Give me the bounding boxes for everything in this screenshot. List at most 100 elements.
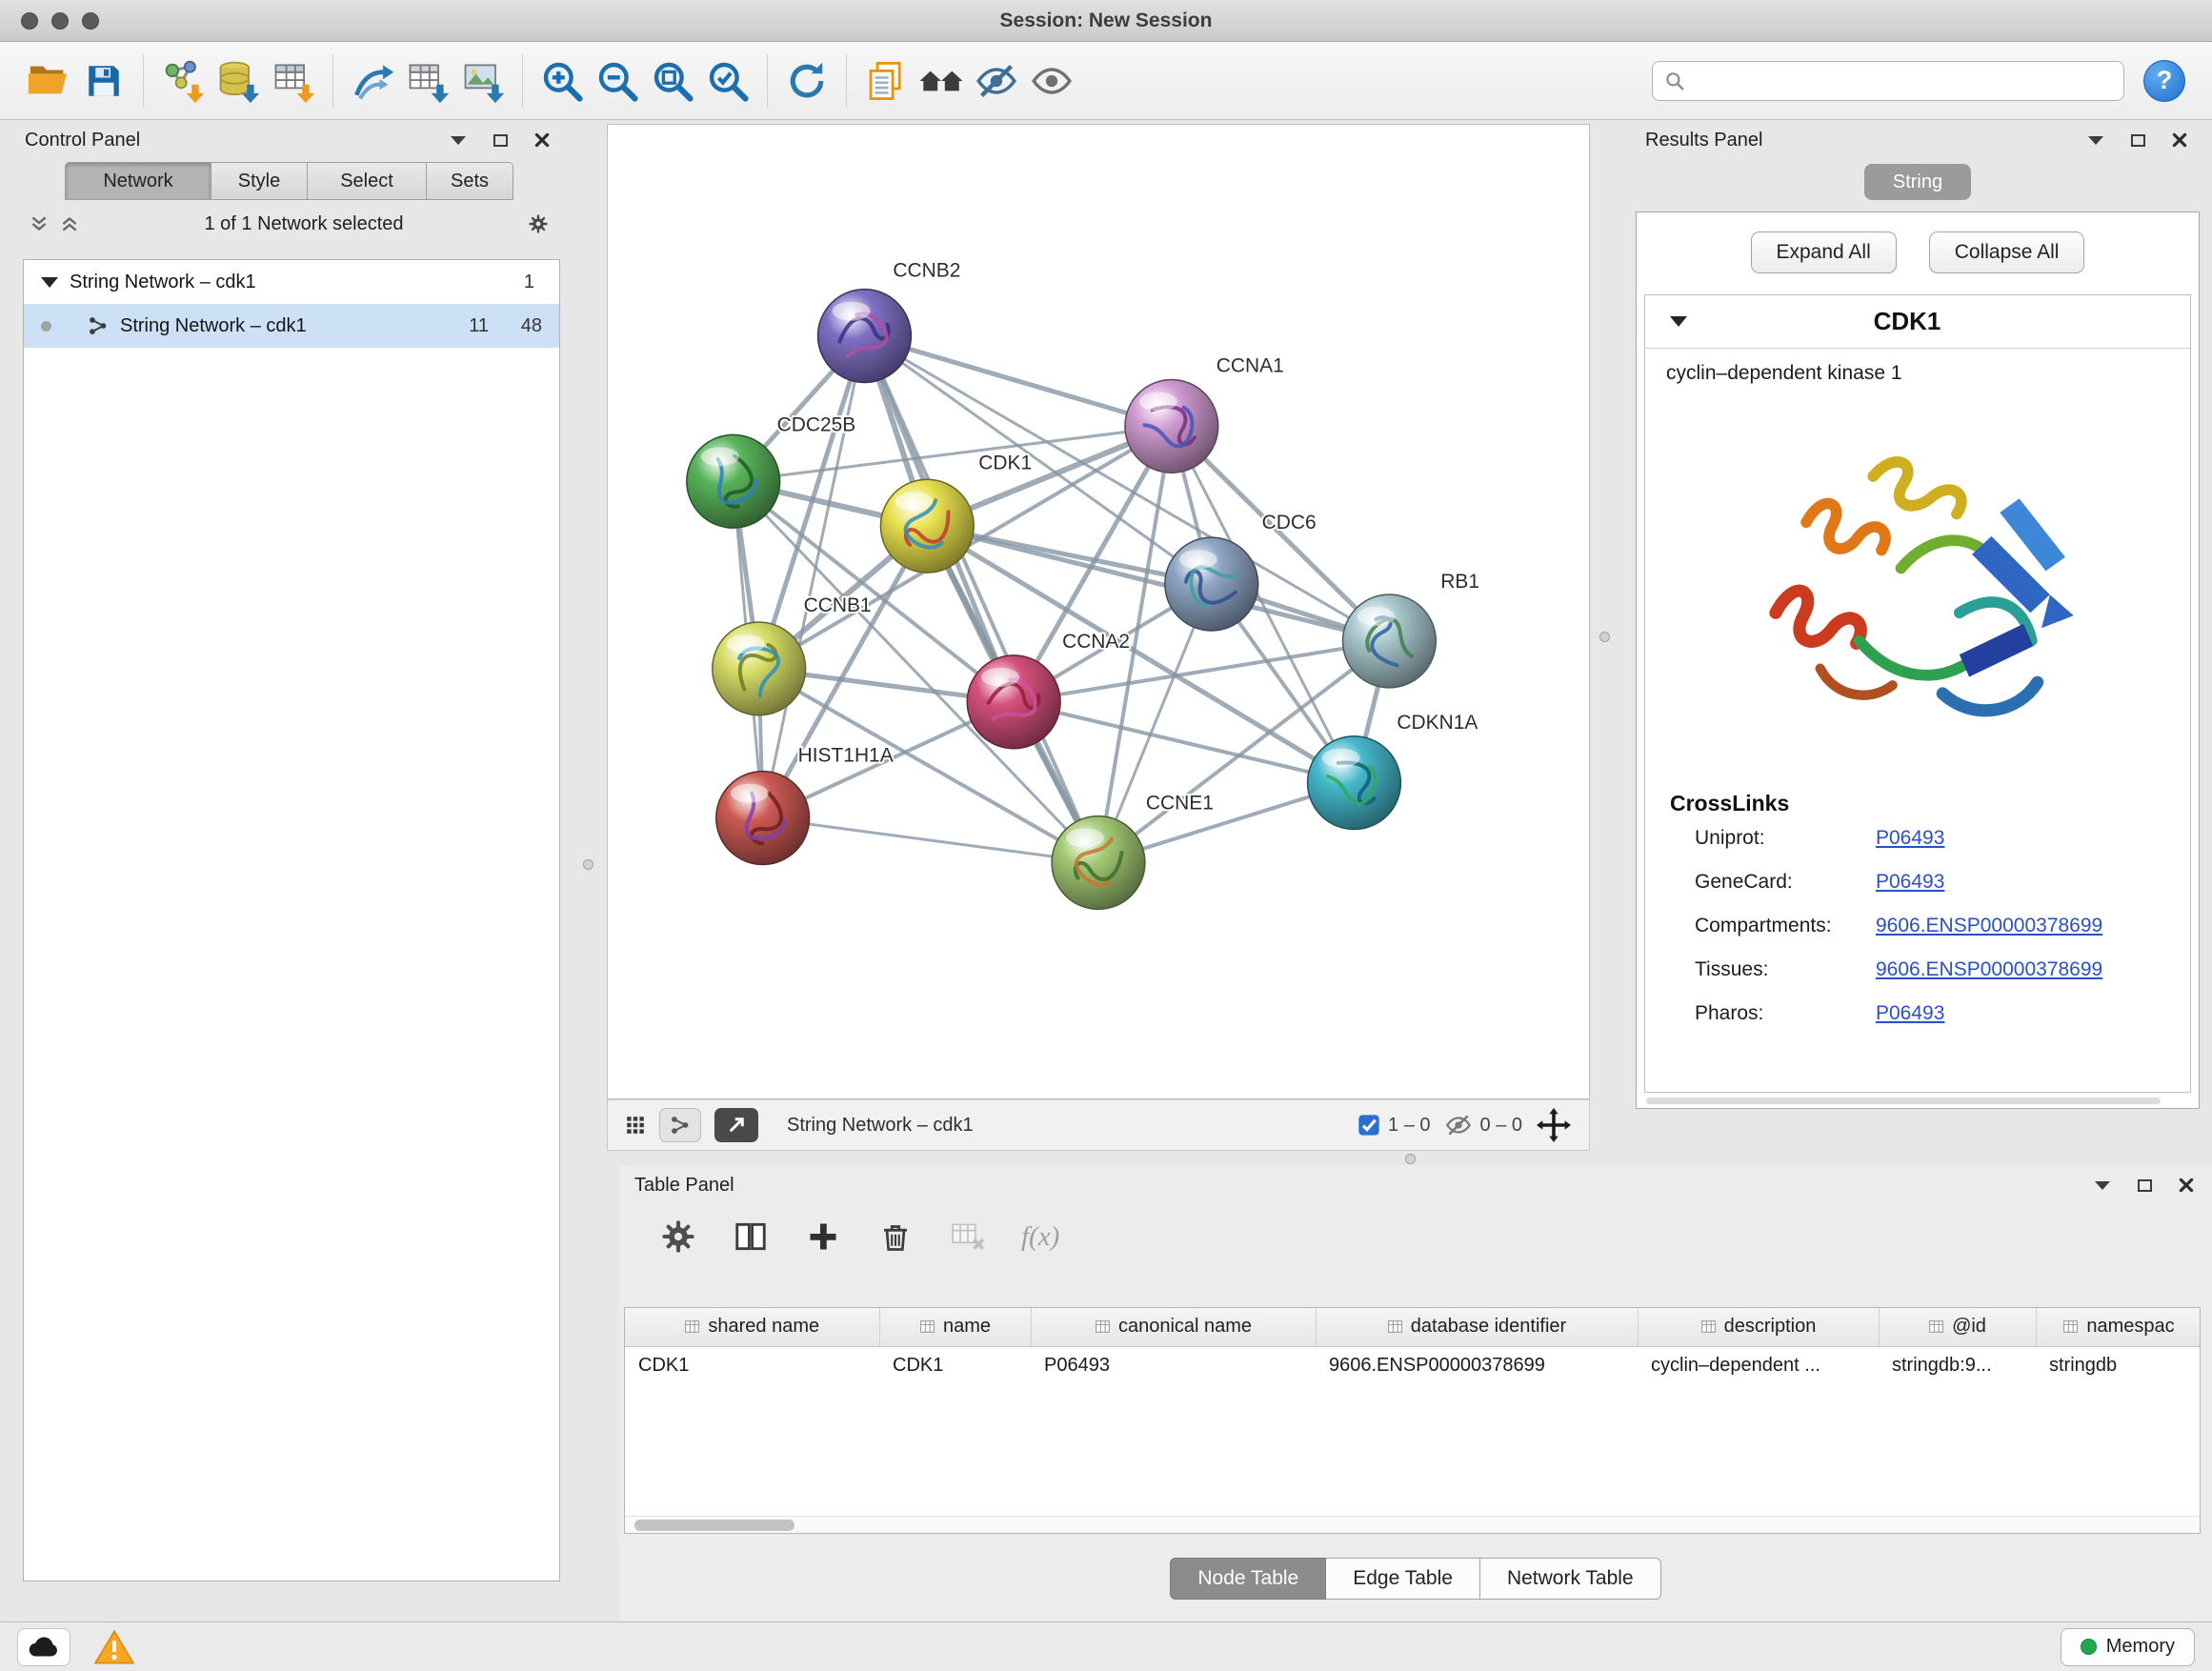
network-options-gear-icon[interactable] xyxy=(528,213,549,234)
save-session-button[interactable] xyxy=(76,53,131,109)
crosslink-uniprot-link[interactable]: P06493 xyxy=(1876,827,1944,850)
checkbox-icon[interactable] xyxy=(1357,1114,1380,1137)
crosslink-genecard-link[interactable]: P06493 xyxy=(1876,871,1944,894)
import-table-button[interactable] xyxy=(266,53,321,109)
section-expander-icon[interactable] xyxy=(1670,316,1687,327)
maximize-panel-icon[interactable] xyxy=(490,130,511,151)
zoom-out-button[interactable] xyxy=(590,53,645,109)
function-builder-button[interactable]: f(x) xyxy=(1021,1221,1059,1253)
network-node-ccnb2[interactable] xyxy=(818,290,912,383)
hide-selected-button[interactable] xyxy=(969,53,1024,109)
tab-network-table[interactable]: Network Table xyxy=(1480,1558,1661,1600)
cell-namespace[interactable]: stringdb xyxy=(2036,1346,2201,1384)
export-image-button[interactable] xyxy=(455,53,511,109)
float-panel-icon[interactable] xyxy=(2085,130,2106,151)
crosslink-pharos-link[interactable]: P06493 xyxy=(1876,1002,1944,1025)
expand-tree-icon[interactable] xyxy=(59,213,80,234)
tab-select[interactable]: Select xyxy=(308,162,427,200)
network-node-cdc25b[interactable] xyxy=(687,434,780,528)
open-in-new-button[interactable] xyxy=(714,1108,758,1142)
results-scrollbar[interactable] xyxy=(1646,1097,2161,1104)
show-all-button[interactable] xyxy=(1024,53,1079,109)
network-node-hist1h1a[interactable] xyxy=(716,772,810,865)
window-minimize-button[interactable] xyxy=(51,12,69,30)
close-panel-icon[interactable] xyxy=(2169,130,2190,151)
window-zoom-button[interactable] xyxy=(82,12,99,30)
tree-expander-icon[interactable] xyxy=(41,277,58,288)
tab-sets[interactable]: Sets xyxy=(427,162,513,200)
pan-tool-icon[interactable] xyxy=(1536,1107,1572,1143)
column-header-description[interactable]: description xyxy=(1638,1308,1879,1346)
window-close-button[interactable] xyxy=(21,12,38,30)
search-input[interactable] xyxy=(1693,70,2112,91)
network-node-ccne1[interactable] xyxy=(1052,816,1145,910)
right-splitter-handle[interactable] xyxy=(1599,632,1610,642)
network-node-ccna2[interactable] xyxy=(967,655,1060,749)
tab-node-table[interactable]: Node Table xyxy=(1170,1558,1326,1600)
maximize-panel-icon[interactable] xyxy=(2127,130,2148,151)
network-canvas[interactable]: CCNB2CCNA1CDC25BCDK1CDC6RB1CCNB1CCNA2CDK… xyxy=(607,124,1590,1099)
open-session-button[interactable] xyxy=(21,53,76,109)
cell-canonical-name[interactable]: P06493 xyxy=(1031,1346,1316,1384)
delete-table-icon[interactable] xyxy=(949,1218,987,1256)
show-columns-icon[interactable] xyxy=(732,1218,770,1256)
cell-shared-name[interactable]: CDK1 xyxy=(625,1346,879,1384)
tab-network[interactable]: Network xyxy=(65,162,211,200)
tab-string[interactable]: String xyxy=(1864,164,1971,200)
tab-edge-table[interactable]: Edge Table xyxy=(1326,1558,1480,1600)
network-collection-row[interactable]: String Network – cdk1 1 xyxy=(24,260,559,304)
memory-button[interactable]: Memory xyxy=(2061,1628,2195,1666)
bottom-splitter-handle[interactable] xyxy=(1405,1154,1416,1164)
table-row[interactable]: CDK1 CDK1 P06493 9606.ENSP00000378699 cy… xyxy=(625,1346,2201,1384)
import-network-file-button[interactable] xyxy=(155,53,211,109)
column-header-shared-name[interactable]: shared name xyxy=(625,1308,879,1346)
table-options-gear-icon[interactable] xyxy=(659,1218,697,1256)
network-edge[interactable] xyxy=(763,818,1098,863)
cell-id[interactable]: stringdb:9... xyxy=(1879,1346,2036,1384)
help-button[interactable]: ? xyxy=(2143,60,2185,102)
column-header-canonical-name[interactable]: canonical name xyxy=(1031,1308,1316,1346)
overview-home-button[interactable] xyxy=(914,53,969,109)
crosslink-tissues-link[interactable]: 9606.ENSP00000378699 xyxy=(1876,958,2102,981)
grid-view-icon[interactable] xyxy=(625,1115,646,1136)
zoom-fit-button[interactable] xyxy=(645,53,700,109)
float-panel-icon[interactable] xyxy=(2092,1175,2113,1196)
network-node-cdkn1a[interactable] xyxy=(1308,736,1401,830)
zoom-in-button[interactable] xyxy=(534,53,590,109)
delete-column-icon[interactable] xyxy=(876,1218,915,1256)
network-node-cdk1[interactable] xyxy=(880,479,974,573)
cell-database-identifier[interactable]: 9606.ENSP00000378699 xyxy=(1316,1346,1638,1384)
collapse-all-button[interactable]: Collapse All xyxy=(1929,232,2085,273)
network-node-cdc6[interactable] xyxy=(1165,537,1258,631)
column-header-id[interactable]: @id xyxy=(1879,1308,2036,1346)
network-edge[interactable] xyxy=(864,336,1171,427)
column-header-name[interactable]: name xyxy=(879,1308,1031,1346)
float-panel-icon[interactable] xyxy=(448,130,469,151)
close-panel-icon[interactable] xyxy=(2176,1175,2197,1196)
expand-all-button[interactable]: Expand All xyxy=(1751,232,1897,273)
column-header-namespace[interactable]: namespac xyxy=(2036,1308,2201,1346)
network-edge[interactable] xyxy=(864,336,1098,863)
new-network-from-selection-button[interactable] xyxy=(345,53,400,109)
warnings-button[interactable] xyxy=(91,1626,137,1668)
cloud-status-button[interactable] xyxy=(17,1628,70,1666)
column-header-database-identifier[interactable]: database identifier xyxy=(1316,1308,1638,1346)
cell-description[interactable]: cyclin–dependent ... xyxy=(1638,1346,1879,1384)
zoom-selected-button[interactable] xyxy=(700,53,755,109)
protein-section-header[interactable]: CDK1 xyxy=(1645,295,2190,349)
left-splitter-handle[interactable] xyxy=(583,859,593,870)
network-edge[interactable] xyxy=(927,526,1389,641)
cell-name[interactable]: CDK1 xyxy=(879,1346,1031,1384)
table-horizontal-scrollbar[interactable] xyxy=(625,1516,2200,1533)
crosslink-compartments-link[interactable]: 9606.ENSP00000378699 xyxy=(1876,915,2102,937)
hidden-eye-slash-icon[interactable] xyxy=(1444,1113,1473,1137)
command-document-button[interactable] xyxy=(858,53,914,109)
maximize-panel-icon[interactable] xyxy=(2134,1175,2155,1196)
refresh-layout-button[interactable] xyxy=(779,53,835,109)
import-network-database-button[interactable] xyxy=(211,53,266,109)
scrollbar-thumb[interactable] xyxy=(634,1520,794,1531)
network-row[interactable]: String Network – cdk1 11 48 xyxy=(24,304,559,348)
string-network-graph[interactable]: CCNB2CCNA1CDC25BCDK1CDC6RB1CCNB1CCNA2CDK… xyxy=(608,125,1587,1097)
add-column-icon[interactable] xyxy=(804,1218,842,1256)
export-table-button[interactable] xyxy=(400,53,455,109)
